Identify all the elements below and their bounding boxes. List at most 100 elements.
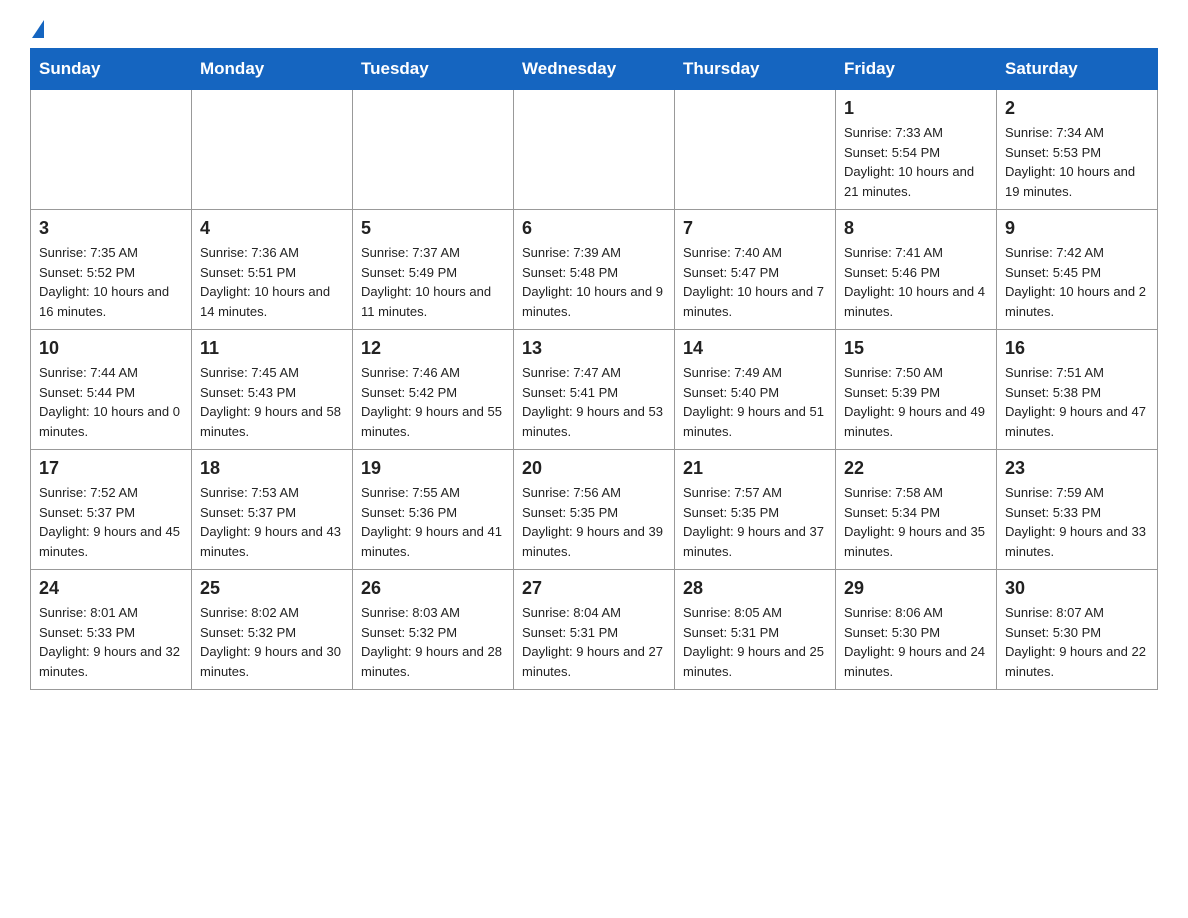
day-info: Sunrise: 7:35 AM Sunset: 5:52 PM Dayligh… [39,243,183,321]
calendar-week-row: 10 Sunrise: 7:44 AM Sunset: 5:44 PM Dayli… [31,330,1158,450]
day-info: Sunrise: 7:33 AM Sunset: 5:54 PM Dayligh… [844,123,988,201]
day-info: Sunrise: 8:02 AM Sunset: 5:32 PM Dayligh… [200,603,344,681]
day-number: 21 [683,458,827,479]
calendar-cell: 1 Sunrise: 7:33 AM Sunset: 5:54 PM Daylig… [836,90,997,210]
calendar-cell: 17Sunrise: 7:52 AM Sunset: 5:37 PM Dayli… [31,450,192,570]
calendar-cell: 20 Sunrise: 7:56 AM Sunset: 5:35 PM Dayli… [514,450,675,570]
weekday-header-monday: Monday [192,49,353,90]
day-info: Sunrise: 7:47 AM Sunset: 5:41 PM Dayligh… [522,363,666,441]
calendar-cell: 3 Sunrise: 7:35 AM Sunset: 5:52 PM Daylig… [31,210,192,330]
day-info: Sunrise: 7:57 AM Sunset: 5:35 PM Dayligh… [683,483,827,561]
day-number: 9 [1005,218,1149,239]
calendar-cell: 18Sunrise: 7:53 AM Sunset: 5:37 PM Dayli… [192,450,353,570]
calendar-cell: 6 Sunrise: 7:39 AM Sunset: 5:48 PM Daylig… [514,210,675,330]
day-number: 8 [844,218,988,239]
day-info: Sunrise: 8:04 AM Sunset: 5:31 PM Dayligh… [522,603,666,681]
calendar-cell: 25 Sunrise: 8:02 AM Sunset: 5:32 PM Dayli… [192,570,353,690]
calendar-cell: 2 Sunrise: 7:34 AM Sunset: 5:53 PM Daylig… [997,90,1158,210]
calendar-cell: 10 Sunrise: 7:44 AM Sunset: 5:44 PM Dayli… [31,330,192,450]
calendar-cell: 27 Sunrise: 8:04 AM Sunset: 5:31 PM Dayli… [514,570,675,690]
calendar-cell: 19Sunrise: 7:55 AM Sunset: 5:36 PM Dayli… [353,450,514,570]
day-number: 5 [361,218,505,239]
day-number: 3 [39,218,183,239]
day-number: 11 [200,338,344,359]
day-number: 1 [844,98,988,119]
day-info: Sunrise: 7:39 AM Sunset: 5:48 PM Dayligh… [522,243,666,321]
calendar-week-row: 24 Sunrise: 8:01 AM Sunset: 5:33 PM Dayli… [31,570,1158,690]
logo [30,20,44,38]
weekday-header-tuesday: Tuesday [353,49,514,90]
day-info: Sunrise: 7:36 AM Sunset: 5:51 PM Dayligh… [200,243,344,321]
calendar-cell [353,90,514,210]
day-number: 30 [1005,578,1149,599]
day-info: Sunrise: 8:07 AM Sunset: 5:30 PM Dayligh… [1005,603,1149,681]
day-number: 15 [844,338,988,359]
weekday-header-saturday: Saturday [997,49,1158,90]
calendar-cell [675,90,836,210]
calendar-cell: 4 Sunrise: 7:36 AM Sunset: 5:51 PM Daylig… [192,210,353,330]
calendar-week-row: 3 Sunrise: 7:35 AM Sunset: 5:52 PM Daylig… [31,210,1158,330]
day-info: Sunrise: 7:44 AM Sunset: 5:44 PM Dayligh… [39,363,183,441]
day-info: Sunrise: 8:01 AM Sunset: 5:33 PM Dayligh… [39,603,183,681]
day-info: Sunrise: 7:49 AM Sunset: 5:40 PM Dayligh… [683,363,827,441]
weekday-header-thursday: Thursday [675,49,836,90]
calendar-cell: 21 Sunrise: 7:57 AM Sunset: 5:35 PM Dayli… [675,450,836,570]
calendar-cell: 8 Sunrise: 7:41 AM Sunset: 5:46 PM Daylig… [836,210,997,330]
weekday-header-sunday: Sunday [31,49,192,90]
day-number: 6 [522,218,666,239]
calendar-cell [514,90,675,210]
day-number: 13 [522,338,666,359]
day-info: Sunrise: 7:41 AM Sunset: 5:46 PM Dayligh… [844,243,988,321]
day-number: 24 [39,578,183,599]
day-info: Sunrise: 7:34 AM Sunset: 5:53 PM Dayligh… [1005,123,1149,201]
header [30,20,1158,38]
calendar-week-row: 1 Sunrise: 7:33 AM Sunset: 5:54 PM Daylig… [31,90,1158,210]
day-info: Sunrise: 7:58 AM Sunset: 5:34 PM Dayligh… [844,483,988,561]
day-info: Sunrise: 7:51 AM Sunset: 5:38 PM Dayligh… [1005,363,1149,441]
calendar-cell: 16 Sunrise: 7:51 AM Sunset: 5:38 PM Dayli… [997,330,1158,450]
day-info: Sunrise: 7:37 AM Sunset: 5:49 PM Dayligh… [361,243,505,321]
day-number: 7 [683,218,827,239]
calendar-cell: 23 Sunrise: 7:59 AM Sunset: 5:33 PM Dayli… [997,450,1158,570]
calendar-cell: 5 Sunrise: 7:37 AM Sunset: 5:49 PM Daylig… [353,210,514,330]
calendar-cell: 7Sunrise: 7:40 AM Sunset: 5:47 PM Daylig… [675,210,836,330]
calendar-cell: 9 Sunrise: 7:42 AM Sunset: 5:45 PM Daylig… [997,210,1158,330]
day-number: 2 [1005,98,1149,119]
weekday-header-wednesday: Wednesday [514,49,675,90]
day-info: Sunrise: 7:53 AM Sunset: 5:37 PM Dayligh… [200,483,344,561]
day-info: Sunrise: 7:46 AM Sunset: 5:42 PM Dayligh… [361,363,505,441]
day-number: 29 [844,578,988,599]
day-number: 25 [200,578,344,599]
day-number: 12 [361,338,505,359]
day-info: Sunrise: 8:05 AM Sunset: 5:31 PM Dayligh… [683,603,827,681]
day-number: 10 [39,338,183,359]
day-info: Sunrise: 7:59 AM Sunset: 5:33 PM Dayligh… [1005,483,1149,561]
day-number: 28 [683,578,827,599]
calendar-cell: 13 Sunrise: 7:47 AM Sunset: 5:41 PM Dayli… [514,330,675,450]
calendar-table: SundayMondayTuesdayWednesdayThursdayFrid… [30,48,1158,690]
calendar-cell: 22 Sunrise: 7:58 AM Sunset: 5:34 PM Dayli… [836,450,997,570]
day-info: Sunrise: 7:56 AM Sunset: 5:35 PM Dayligh… [522,483,666,561]
day-number: 19 [361,458,505,479]
day-info: Sunrise: 7:50 AM Sunset: 5:39 PM Dayligh… [844,363,988,441]
calendar-cell [192,90,353,210]
calendar-cell: 14 Sunrise: 7:49 AM Sunset: 5:40 PM Dayli… [675,330,836,450]
calendar-cell: 15 Sunrise: 7:50 AM Sunset: 5:39 PM Dayli… [836,330,997,450]
calendar-cell: 12 Sunrise: 7:46 AM Sunset: 5:42 PM Dayli… [353,330,514,450]
day-number: 16 [1005,338,1149,359]
calendar-cell: 24 Sunrise: 8:01 AM Sunset: 5:33 PM Dayli… [31,570,192,690]
calendar-week-row: 17Sunrise: 7:52 AM Sunset: 5:37 PM Dayli… [31,450,1158,570]
day-info: Sunrise: 8:06 AM Sunset: 5:30 PM Dayligh… [844,603,988,681]
day-info: Sunrise: 8:03 AM Sunset: 5:32 PM Dayligh… [361,603,505,681]
calendar-cell: 28 Sunrise: 8:05 AM Sunset: 5:31 PM Dayli… [675,570,836,690]
day-number: 14 [683,338,827,359]
day-number: 4 [200,218,344,239]
calendar-header-row: SundayMondayTuesdayWednesdayThursdayFrid… [31,49,1158,90]
day-number: 20 [522,458,666,479]
day-info: Sunrise: 7:45 AM Sunset: 5:43 PM Dayligh… [200,363,344,441]
weekday-header-friday: Friday [836,49,997,90]
day-number: 23 [1005,458,1149,479]
day-info: Sunrise: 7:42 AM Sunset: 5:45 PM Dayligh… [1005,243,1149,321]
day-number: 22 [844,458,988,479]
day-number: 27 [522,578,666,599]
